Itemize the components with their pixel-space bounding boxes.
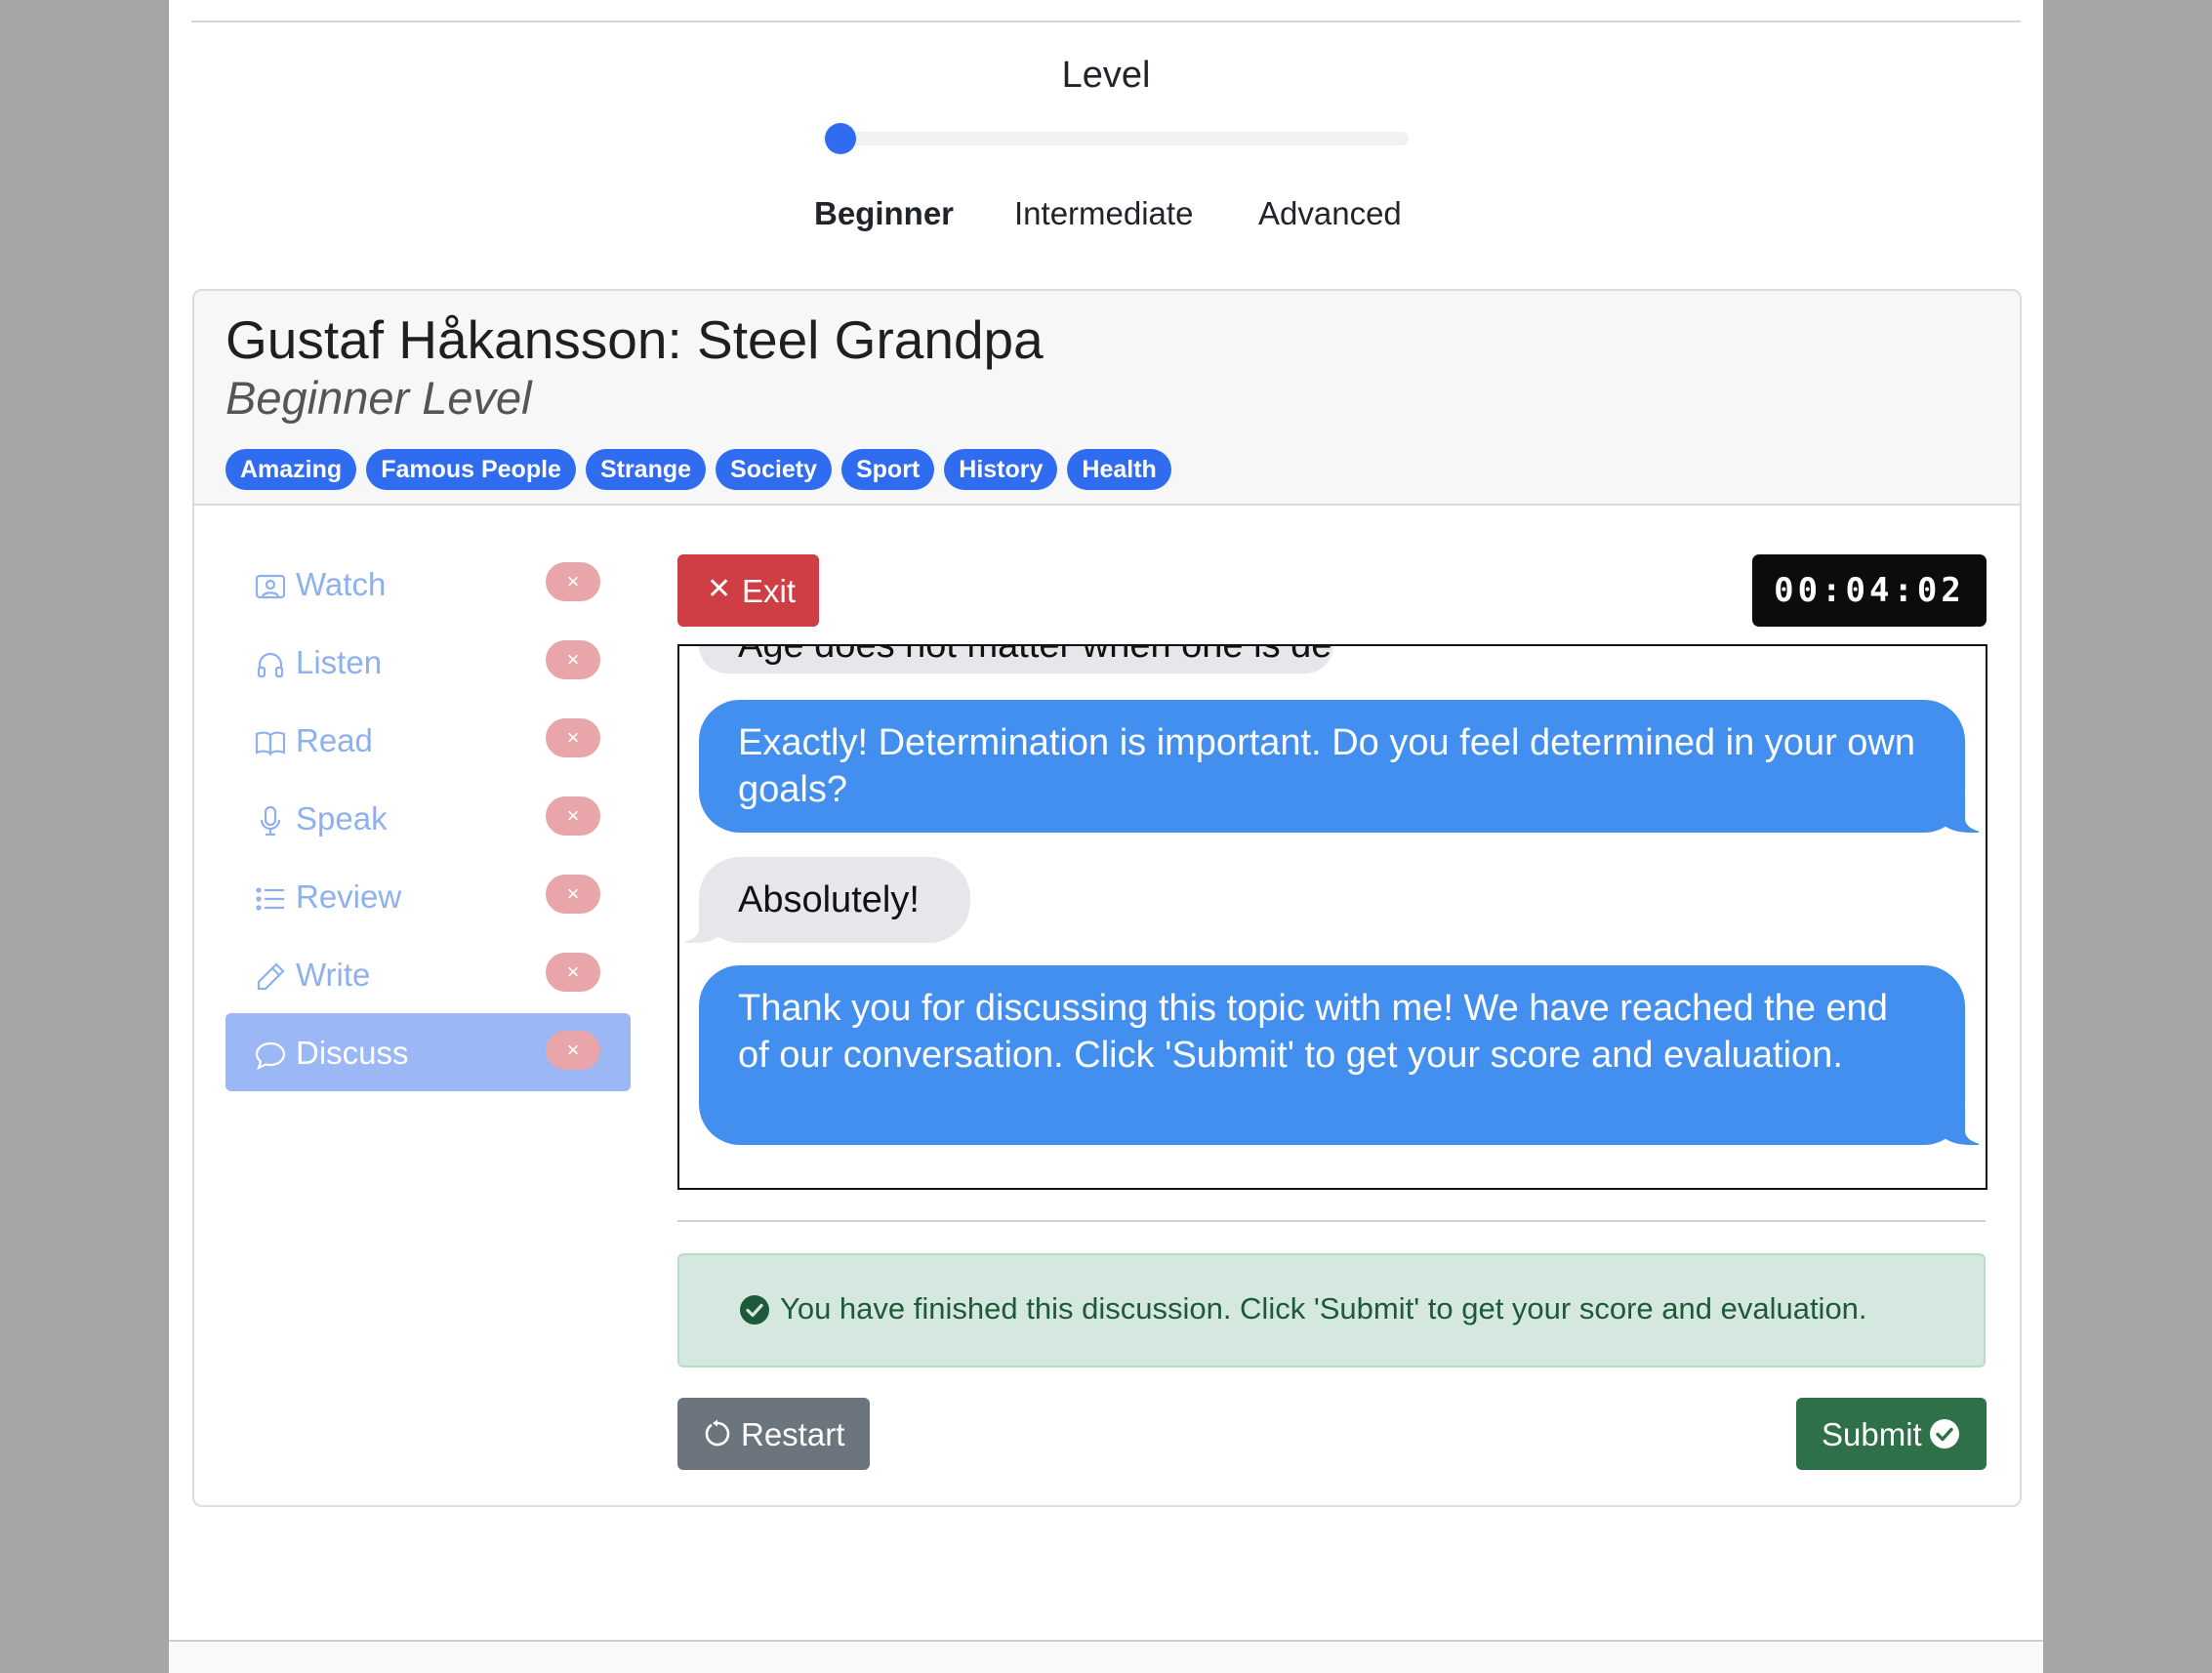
nav-label-listen: Listen: [296, 644, 383, 680]
lesson-title: Gustaf Håkansson: Steel Grandpa: [225, 309, 1044, 370]
book-icon: [255, 727, 286, 758]
chat-message-user: Age does not matter when one is determin…: [699, 644, 1333, 673]
level-option-beginner[interactable]: Beginner: [814, 195, 954, 232]
status-badge-write: ×: [546, 953, 600, 992]
bubble-tail: [1940, 1106, 1986, 1145]
chat-message-text: Exactly! Determination is important. Do …: [738, 722, 1915, 810]
status-badge-watch: ×: [546, 562, 600, 601]
status-badge-review: ×: [546, 875, 600, 914]
chat-message-text: Age does not matter when one is determin…: [738, 644, 1333, 666]
lesson-subtitle: Beginner Level: [225, 372, 532, 424]
chat-window[interactable]: Age does not matter when one is determin…: [677, 644, 1987, 1190]
nav-item-speak[interactable]: Speak ×: [225, 779, 631, 857]
level-option-advanced[interactable]: Advanced: [1258, 195, 1402, 232]
nav-item-review[interactable]: Review ×: [225, 857, 631, 935]
nav-item-read[interactable]: Read ×: [225, 701, 631, 779]
microphone-icon: [255, 805, 286, 836]
list-icon: [255, 883, 286, 915]
chat-icon: [255, 1040, 286, 1071]
lesson-card: Gustaf Håkansson: Steel Grandpa Beginner…: [192, 289, 2022, 1507]
lesson-header: Gustaf Håkansson: Steel Grandpa Beginner…: [194, 291, 2020, 506]
exit-button[interactable]: ✕ Exit: [677, 554, 819, 627]
bubble-tail: [1940, 794, 1986, 833]
footer: [169, 1642, 2043, 1673]
tag-strange[interactable]: Strange: [585, 449, 707, 490]
completion-alert-text: You have finished this discussion. Click…: [780, 1291, 1867, 1326]
level-title: Level: [1061, 55, 1151, 96]
level-slider-thumb[interactable]: [825, 123, 856, 154]
tag-amazing[interactable]: Amazing: [225, 449, 357, 490]
restart-button[interactable]: Restart: [677, 1398, 870, 1470]
tag-famous-people[interactable]: Famous People: [366, 449, 576, 490]
tag-history[interactable]: History: [944, 449, 1058, 490]
tag-sport[interactable]: Sport: [840, 449, 935, 490]
page: Level Beginner Intermediate Advanced Gus…: [169, 0, 2043, 1673]
nav-label-watch: Watch: [296, 566, 387, 602]
timer: 00:04:02: [1752, 554, 1987, 627]
pencil-icon: [255, 961, 286, 993]
check-circle-icon: [1929, 1418, 1960, 1449]
exit-label: Exit: [742, 573, 797, 609]
chat-message-user: Absolutely!: [679, 857, 970, 943]
check-circle-icon: [739, 1294, 770, 1326]
activity-nav: Watch × Listen × Read × Speak × Review ×…: [225, 545, 631, 1091]
restart-label: Restart: [741, 1416, 845, 1452]
nav-label-speak: Speak: [296, 800, 388, 836]
completion-alert: You have finished this discussion. Click…: [677, 1253, 1986, 1367]
headphones-icon: [255, 649, 286, 680]
video-icon: [255, 571, 286, 602]
tag-list: Amazing Famous People Strange Society Sp…: [225, 449, 1171, 490]
nav-item-listen[interactable]: Listen ×: [225, 623, 631, 701]
nav-item-write[interactable]: Write ×: [225, 935, 631, 1013]
status-badge-discuss: ×: [546, 1031, 600, 1070]
chat-message-bot: Exactly! Determination is important. Do …: [699, 700, 1986, 833]
chat-message-bot: Thank you for discussing this topic with…: [699, 965, 1986, 1145]
nav-label-review: Review: [296, 878, 402, 915]
tag-society[interactable]: Society: [716, 449, 832, 490]
nav-label-read: Read: [296, 722, 373, 758]
status-badge-speak: ×: [546, 796, 600, 836]
nav-item-discuss[interactable]: Discuss ×: [225, 1013, 631, 1091]
bubble-tail: [679, 904, 724, 943]
level-slider[interactable]: [823, 123, 1409, 154]
submit-label: Submit: [1822, 1416, 1922, 1452]
close-icon: ✕: [707, 573, 732, 605]
section-divider: [677, 1220, 1986, 1222]
status-badge-listen: ×: [546, 640, 600, 679]
chat-message-text: Thank you for discussing this topic with…: [738, 988, 1888, 1076]
tag-health[interactable]: Health: [1067, 449, 1171, 490]
top-divider: [191, 20, 2021, 22]
chat-message-text: Absolutely!: [738, 879, 920, 920]
nav-label-write: Write: [296, 957, 371, 993]
nav-label-discuss: Discuss: [296, 1035, 409, 1071]
level-option-intermediate[interactable]: Intermediate: [1014, 195, 1193, 232]
nav-item-watch[interactable]: Watch ×: [225, 545, 631, 623]
restart-icon: [703, 1419, 732, 1449]
status-badge-read: ×: [546, 718, 600, 757]
submit-button[interactable]: Submit: [1796, 1398, 1987, 1470]
